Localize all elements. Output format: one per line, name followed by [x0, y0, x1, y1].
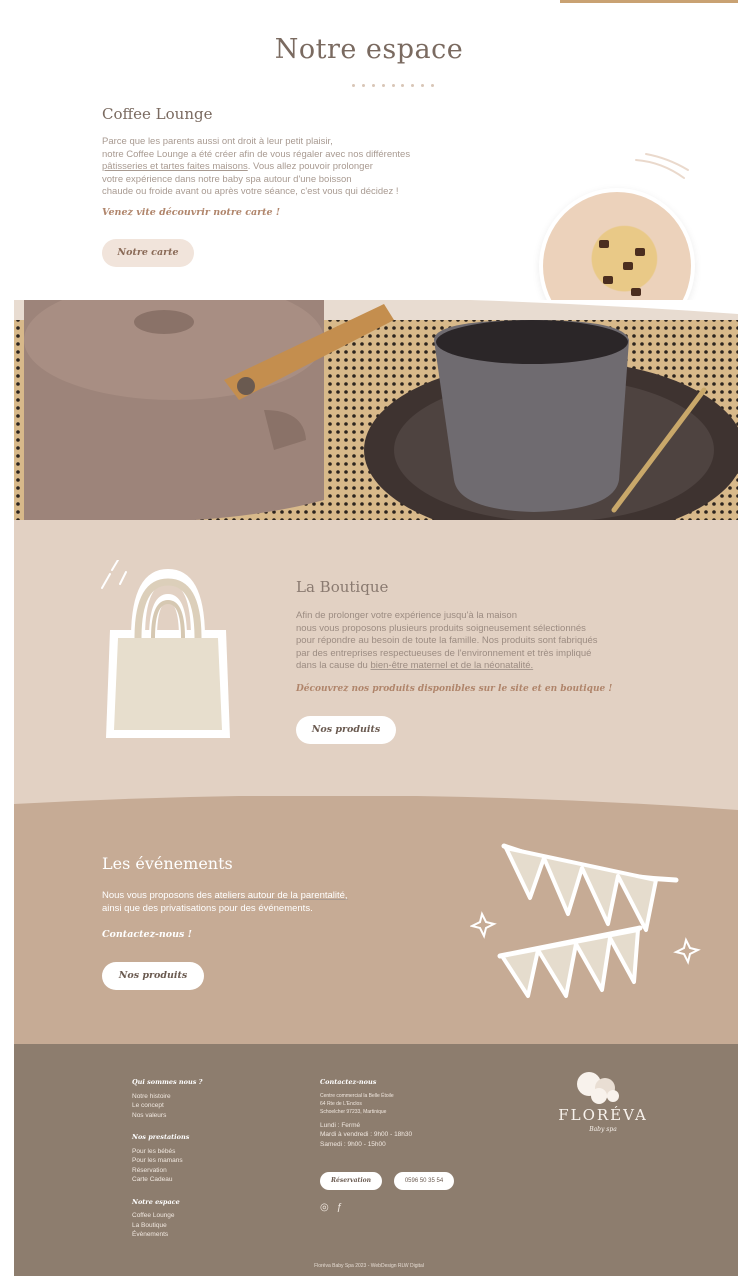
logo-name: FLORÉVA: [558, 1106, 648, 1124]
footer-contact: Contactez-nous Centre commercial la Bell…: [320, 1078, 490, 1149]
footer-contact-heading: Contactez-nous: [320, 1078, 377, 1086]
footer-link-babies[interactable]: Pour les bébés: [132, 1147, 282, 1157]
facebook-icon[interactable]: ƒ: [337, 1202, 343, 1213]
footer-link-events[interactable]: Évènements: [132, 1230, 282, 1240]
products-button[interactable]: Nos produits: [296, 716, 396, 744]
footer-social-links: ◎ ƒ: [320, 1202, 342, 1213]
boutique-cta-text: Découvrez nos produits disponibles sur l…: [296, 684, 613, 694]
wellbeing-link[interactable]: bien-être maternel et de la néonatalité.: [370, 660, 533, 671]
logo-tagline: Baby spa: [589, 1126, 617, 1133]
pastries-link[interactable]: pâtisseries et tartes faites maisons: [102, 161, 248, 172]
boutique-description: Afin de prolonger votre expérience jusqu…: [296, 610, 598, 671]
coffee-lounge-title: Coffee Lounge: [102, 105, 213, 123]
boutique-title: La Boutique: [296, 578, 389, 596]
top-image-edge: [560, 0, 738, 3]
instagram-icon[interactable]: ◎: [320, 1202, 329, 1213]
footer-link-history[interactable]: Notre histoire: [132, 1092, 282, 1102]
events-products-button[interactable]: Nos produits: [102, 962, 204, 990]
bunting-illustration: [470, 843, 701, 998]
title-dots-divider: [352, 84, 434, 88]
tote-bag-illustration: [101, 560, 230, 738]
teapot-cup-photo: [14, 300, 738, 545]
footer-link-booking[interactable]: Réservation: [132, 1166, 282, 1176]
events-cta-text: Contactez-nous !: [102, 929, 192, 940]
coffee-lounge-description: Parce que les parents aussi ont droit à …: [102, 136, 411, 197]
footer-space-heading: Notre espace: [132, 1197, 180, 1206]
footer-address: Centre commercial la Belle Étoile 64 Rte…: [320, 1092, 394, 1115]
parenting-workshops-link[interactable]: ateliers autour de la parentalité,: [214, 890, 347, 901]
footer-phone-button[interactable]: 0596 50 35 54: [394, 1172, 454, 1190]
footer-link-concept[interactable]: Le concept: [132, 1101, 282, 1111]
footer-link-mothers[interactable]: Pour les mamans: [132, 1156, 282, 1166]
events-description: Nous vous proposons des ateliers autour …: [102, 890, 348, 914]
menu-button[interactable]: Notre carte: [102, 239, 194, 267]
footer-about-heading: Qui sommes nous ?: [132, 1078, 203, 1086]
footer-hours: Lundi : Fermé Mardi à vendredi : 9h00 - …: [320, 1121, 413, 1148]
footer-link-gift-card[interactable]: Carte Cadeau: [132, 1175, 282, 1185]
coffee-lounge-cta-text: Venez vite découvrir notre carte !: [102, 207, 281, 218]
swoosh-decoration: [635, 153, 689, 179]
footer-booking-button[interactable]: Réservation: [320, 1172, 382, 1190]
footer-nav: Qui sommes nous ? Notre histoire Le conc…: [132, 1078, 282, 1253]
footer-services-heading: Nos prestations: [132, 1133, 190, 1141]
footer-link-boutique[interactable]: La Boutique: [132, 1221, 282, 1231]
copyright: Floréva Baby Spa 2023 - WebDesign RLW Di…: [314, 1263, 424, 1269]
page-title: Notre espace: [274, 34, 464, 65]
footer-link-values[interactable]: Nos valeurs: [132, 1111, 282, 1121]
footer-link-coffee-lounge[interactable]: Coffee Lounge: [132, 1211, 282, 1221]
events-title: Les événements: [102, 854, 233, 873]
